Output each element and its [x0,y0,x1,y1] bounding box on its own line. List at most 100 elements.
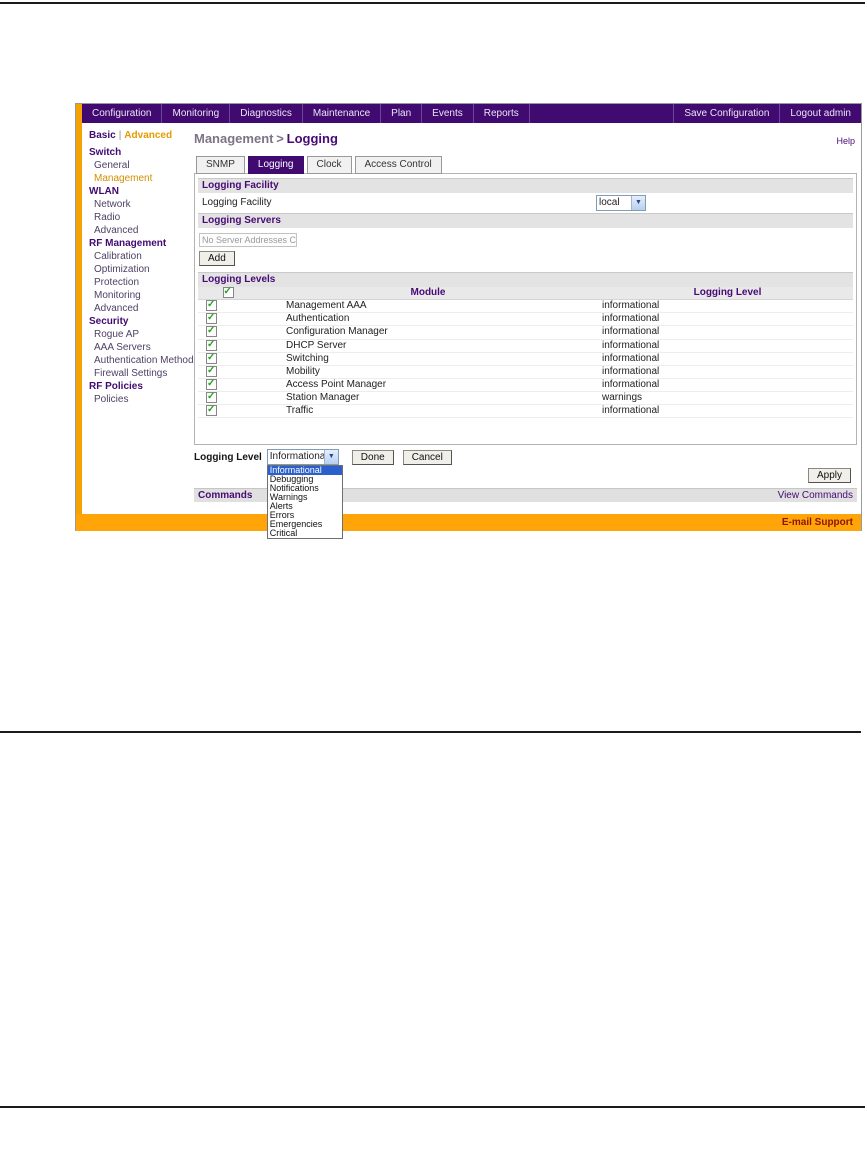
sidebar-item-advanced[interactable]: Advanced [89,302,194,315]
sidebar-item-network[interactable]: Network [89,198,194,211]
dropdown-option-errors[interactable]: Errors [268,511,342,520]
table-row-switching: ✓ Switching informational [198,352,853,366]
sidebar-item-aaa-servers[interactable]: AAA Servers [89,341,194,354]
sidebar-item-management[interactable]: Management [89,172,194,185]
dropdown-option-informational[interactable]: Informational [267,466,342,476]
row-checkbox-cell: ✓ [198,378,258,393]
module-cell[interactable]: Switching [258,352,598,366]
chevron-down-icon[interactable]: ▼ [323,450,338,465]
level-cell: informational [598,365,853,379]
module-cell[interactable]: Authentication [258,312,598,327]
checkmark-icon: ✓ [207,312,216,324]
module-cell[interactable]: DHCP Server [258,339,598,353]
footer-bar: E-mail Support [76,514,861,531]
logging-facility-value: local [599,197,620,208]
server-address-listbox[interactable]: No Server Addresses C [199,233,297,247]
table-header-row: ✓ Module Logging Level [198,286,853,301]
tab-snmp[interactable]: SNMP [196,156,245,174]
dropdown-option-critical[interactable]: Critical [268,529,342,538]
row-checkbox[interactable]: ✓ [206,325,217,338]
checkmark-icon: ✓ [207,325,216,337]
nav-item-events[interactable]: Events [422,104,474,123]
module-cell[interactable]: Mobility [258,365,598,379]
level-cell: informational [598,378,853,393]
nav-item-logout-admin[interactable]: Logout admin [779,104,861,123]
cancel-button[interactable]: Cancel [402,449,452,465]
logging-level-editor: Logging Level Informational ▼ Informatio… [194,448,857,540]
sidebar-item-policies[interactable]: Policies [89,393,194,406]
logging-facility-select[interactable]: local ▼ [596,195,646,211]
sidebar-mode-advanced[interactable]: Advanced [124,130,172,141]
sidebar-item-authentication-methods[interactable]: Authentication Methods [89,354,199,367]
tab-access-control[interactable]: Access Control [354,156,442,174]
row-checkbox[interactable]: ✓ [206,391,217,404]
page-top-rule [0,2,865,4]
sidebar-item-rogue-ap[interactable]: Rogue AP [89,328,194,341]
apply-button[interactable]: Apply [807,468,851,484]
dropdown-option-notifications[interactable]: Notifications [268,484,342,493]
row-checkbox-cell: ✓ [198,325,258,340]
nav-item-save-configuration[interactable]: Save Configuration [673,104,779,123]
sidebar-item-optimization[interactable]: Optimization [89,263,194,276]
row-checkbox[interactable]: ✓ [206,352,217,364]
module-cell[interactable]: Access Point Manager [258,378,598,393]
row-checkbox[interactable]: ✓ [206,365,217,377]
select-all-checkbox[interactable]: ✓ [222,286,234,298]
logging-levels-table: ✓ Module Logging Level ✓ Management AAA in… [198,286,853,419]
row-checkbox-cell: ✓ [198,338,258,353]
module-cell[interactable]: Station Manager [258,391,598,406]
sidebar-mode-basic[interactable]: Basic [89,130,116,141]
help-link[interactable]: Help [836,136,855,146]
sidebar-item-firewall-settings[interactable]: Firewall Settings [89,367,194,380]
sidebar-mode-switcher: Basic | Advanced [89,130,194,141]
dropdown-option-warnings[interactable]: Warnings [268,493,342,502]
row-checkbox[interactable]: ✓ [206,378,217,390]
top-navbar: Configuration Monitoring Diagnostics Mainte… [76,104,861,123]
page-mid-rule [0,731,861,733]
module-cell[interactable]: Configuration Manager [258,325,598,340]
main-content: Management > Logging Help SNMP Logging Clo… [194,123,857,540]
row-checkbox[interactable]: ✓ [206,338,217,351]
sidebar-item-radio[interactable]: Radio [89,211,194,224]
nav-item-diagnostics[interactable]: Diagnostics [230,104,303,123]
settings-panel: Logging Facility Logging Facility local … [194,173,857,446]
module-cell[interactable]: Management AAA [258,299,598,314]
dropdown-option-debugging[interactable]: Debugging [268,475,342,484]
nav-item-plan[interactable]: Plan [381,104,423,123]
checkmark-icon: ✓ [207,391,216,403]
sidebar-item-general[interactable]: General [89,159,194,172]
section-logging-levels: Logging Levels [198,272,853,287]
logging-level-editor-label: Logging Level [194,451,262,463]
module-cell[interactable]: Traffic [258,404,598,419]
nav-item-reports[interactable]: Reports [474,104,530,123]
row-checkbox[interactable]: ✓ [206,312,217,325]
sidebar-item-advanced[interactable]: Advanced [89,224,194,237]
nav-item-configuration[interactable]: Configuration [82,104,163,123]
sidebar-item-calibration[interactable]: Calibration [89,250,194,263]
checkmark-icon: ✓ [207,338,216,350]
table-row-configuration-manager: ✓ Configuration Manager informational [198,325,853,340]
tab-logging[interactable]: Logging [247,156,304,174]
email-support-link[interactable]: E-mail Support [782,517,853,528]
done-button[interactable]: Done [351,449,394,465]
chevron-down-icon[interactable]: ▼ [631,196,645,210]
sidebar-item-monitoring[interactable]: Monitoring [89,289,194,302]
view-commands-link[interactable]: View Commands [778,489,853,502]
nav-left: Configuration Monitoring Diagnostics Mainte… [82,104,530,123]
logging-level-select[interactable]: Informational ▼ [266,449,339,466]
tab-clock[interactable]: Clock [306,156,352,174]
logging-level-select-wrap: Informational ▼ Informational Debugging No… [266,449,343,540]
level-cell: informational [598,404,853,419]
add-button[interactable]: Add [199,251,235,266]
nav-item-monitoring[interactable]: Monitoring [162,104,231,123]
level-cell: informational [598,312,853,327]
row-checkbox[interactable]: ✓ [206,299,217,312]
sidebar-item-protection[interactable]: Protection [89,276,194,289]
dropdown-option-alerts[interactable]: Alerts [268,502,342,511]
nav-item-maintenance[interactable]: Maintenance [303,104,382,123]
dropdown-option-emergencies[interactable]: Emergencies [268,520,342,529]
checkmark-icon: ✓ [223,286,232,297]
level-cell: informational [598,352,853,366]
sidebar: Basic | Advanced Switch General Management WL… [82,123,199,406]
row-checkbox[interactable]: ✓ [206,404,217,417]
